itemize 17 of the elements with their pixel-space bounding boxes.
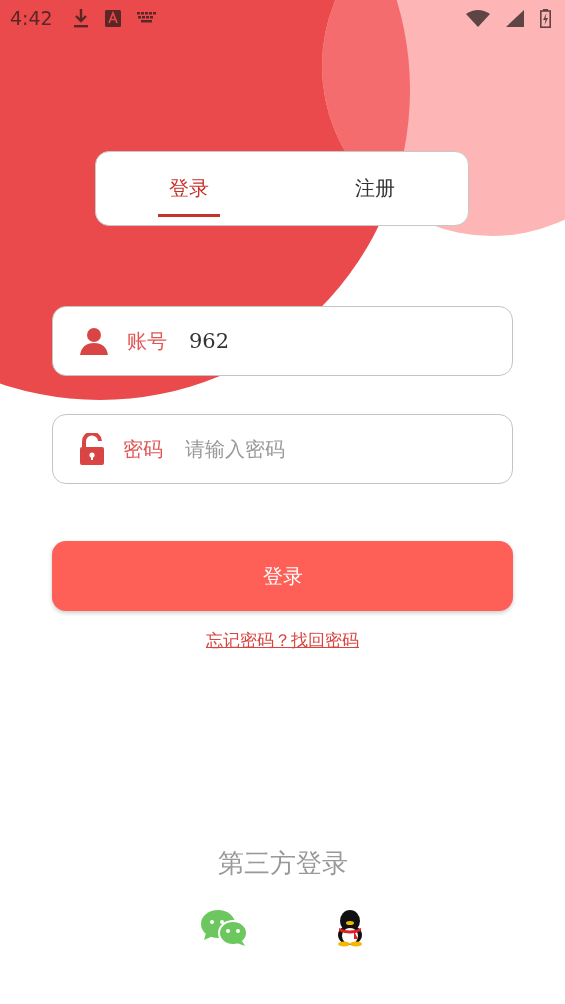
download-icon — [72, 8, 89, 28]
wifi-icon — [466, 9, 490, 27]
third-party-login-title: 第三方登录 — [217, 847, 348, 880]
login-button[interactable]: 登录 — [52, 541, 513, 611]
status-time: 4:42 — [10, 7, 53, 29]
tab[interactable]: 注册 — [282, 152, 468, 225]
keyboard-icon — [136, 12, 157, 24]
field-label: 密码 — [123, 435, 163, 463]
field-label: 账号 — [127, 327, 167, 355]
signal-icon — [506, 9, 524, 27]
unlocked-padlock-icon — [79, 433, 105, 465]
forgot-password-link[interactable]: 忘记密码？找回密码 — [206, 629, 359, 652]
person-icon — [79, 326, 109, 356]
account-input[interactable]: 962 — [189, 329, 512, 353]
password-input[interactable]: 请输入密码 — [185, 437, 512, 461]
battery-icon — [540, 8, 551, 28]
tab[interactable]: 登录 — [96, 152, 282, 225]
